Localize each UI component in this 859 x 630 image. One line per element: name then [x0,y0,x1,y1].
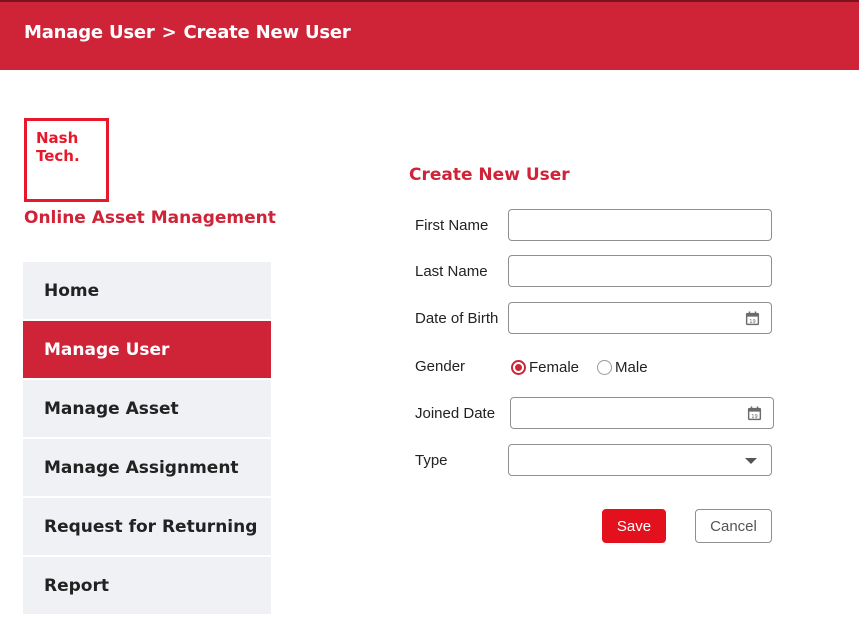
logo-line-1: Nash [36,129,79,147]
svg-text:19: 19 [749,319,756,325]
type-select[interactable] [508,444,772,476]
sidebar-item-request-for-returning[interactable]: Request for Returning [23,498,271,555]
gender-option-female[interactable]: Female [511,359,579,376]
date-of-birth-field-box: 19 [508,302,772,334]
sidebar-item-home[interactable]: Home [23,262,271,319]
last-name-field-box [508,255,772,287]
app-title: Online Asset Management [24,208,276,228]
cancel-button[interactable]: Cancel [695,509,772,543]
joined-date-field-box: 19 [510,397,774,429]
male-label: Male [615,359,648,376]
first-name-input[interactable] [509,210,771,240]
gender-radio-group: Female Male [511,359,666,376]
calendar-icon[interactable]: 19 [747,406,762,421]
sidebar-item-report[interactable]: Report [23,557,271,614]
first-name-field-box [508,209,772,241]
sidebar-item-manage-asset[interactable]: Manage Asset [23,380,271,437]
calendar-icon[interactable]: 19 [745,311,760,326]
sidebar-nav: Home Manage User Manage Asset Manage Ass… [23,262,271,616]
breadcrumb: Manage User > Create New User [24,22,351,43]
joined-date-label: Joined Date [415,405,496,422]
type-label: Type [415,452,448,469]
breadcrumb-current: Create New User [183,22,351,43]
female-label: Female [529,359,580,376]
male-radio-button[interactable] [597,360,613,375]
first-name-label: First Name [415,217,489,234]
sidebar-item-manage-assignment[interactable]: Manage Assignment [23,439,271,496]
last-name-label: Last Name [415,263,488,280]
date-of-birth-label: Date of Birth [415,310,499,327]
breadcrumb-manage-user[interactable]: Manage User [24,22,155,43]
form-title: Create New User [409,165,570,185]
joined-date-input[interactable] [511,398,773,428]
gender-label: Gender [415,358,466,375]
save-button[interactable]: Save [602,509,666,543]
breadcrumb-separator: > [161,22,177,43]
svg-text:19: 19 [751,414,758,420]
sidebar-item-manage-user[interactable]: Manage User [23,321,271,378]
chevron-down-icon [745,458,757,464]
logo-line-2: Tech. [36,147,80,165]
female-radio-button[interactable] [511,360,526,375]
last-name-input[interactable] [509,256,771,286]
top-header: Manage User > Create New User [0,0,859,70]
date-of-birth-input[interactable] [509,303,771,333]
nashtech-logo: Nash Tech. [24,118,109,202]
gender-option-male[interactable]: Male [597,359,648,376]
